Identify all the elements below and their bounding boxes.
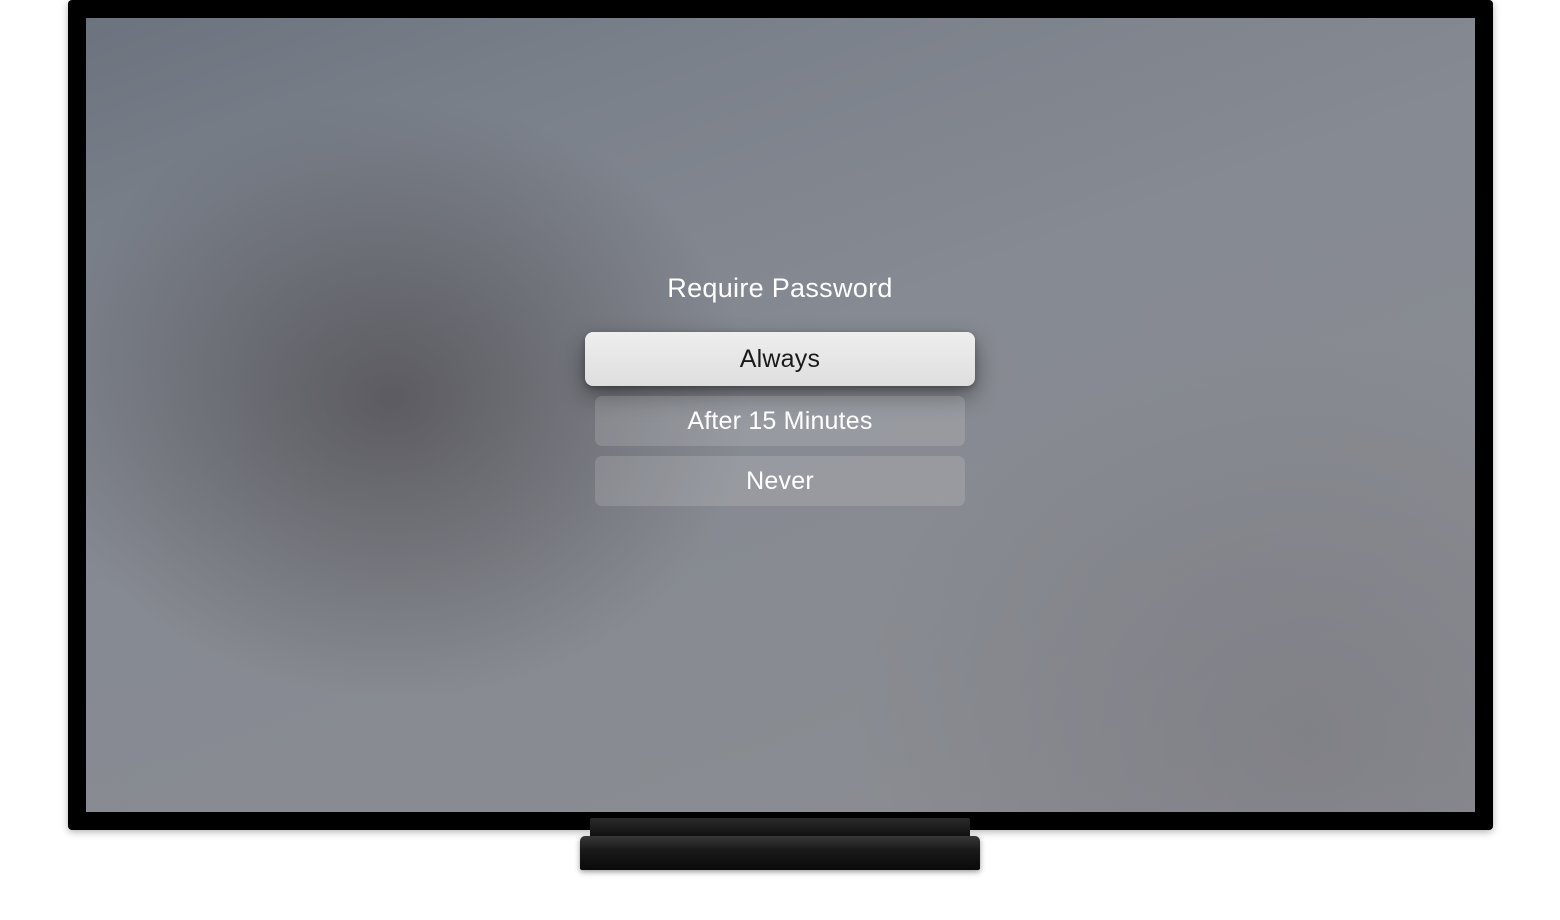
tv-stand-base: [580, 836, 980, 870]
tv-stand: [580, 824, 980, 870]
option-label: Never: [746, 467, 814, 496]
option-label: After 15 Minutes: [687, 407, 872, 436]
dialog-title: Require Password: [667, 273, 892, 304]
tv-screen: Require Password Always After 15 Minutes…: [86, 18, 1475, 812]
option-never[interactable]: Never: [595, 456, 965, 506]
option-after-15-minutes[interactable]: After 15 Minutes: [595, 396, 965, 446]
tv-bezel: Require Password Always After 15 Minutes…: [68, 0, 1493, 830]
require-password-dialog: Require Password Always After 15 Minutes…: [580, 273, 980, 506]
option-always[interactable]: Always: [585, 332, 975, 386]
option-label: Always: [740, 345, 820, 374]
tv-stand-neck: [590, 818, 970, 836]
tv-device: Require Password Always After 15 Minutes…: [68, 0, 1493, 870]
options-list: Always After 15 Minutes Never: [580, 332, 980, 506]
